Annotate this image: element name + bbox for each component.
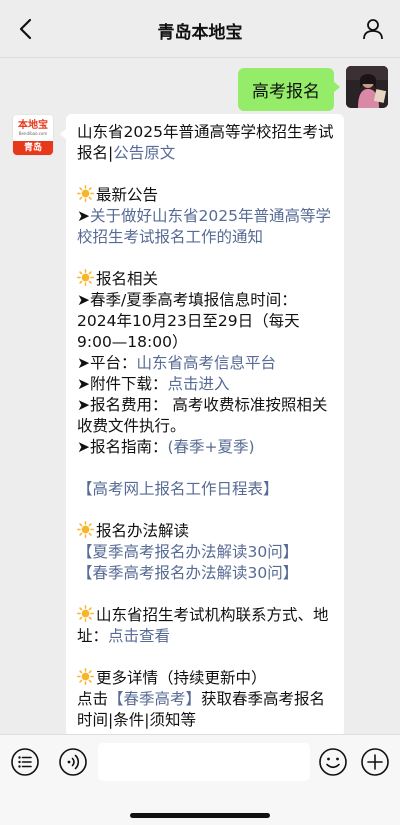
- user-message-row: 高考报名: [238, 66, 388, 111]
- menu-list-icon: [11, 748, 39, 776]
- voice-icon: [59, 748, 87, 776]
- emoji-icon: [319, 748, 347, 776]
- logo-brand-text: 本地宝: [18, 119, 48, 131]
- section-title: 更多详情（持续更新中）: [96, 669, 267, 687]
- message-input[interactable]: [98, 743, 310, 781]
- plus-icon: [361, 748, 389, 776]
- guide-label: ➤报名指南：: [77, 438, 168, 456]
- section-interpretation-title: 报名办法解读: [77, 521, 334, 542]
- bendibao-logo: 本地宝 Bendibao.com: [13, 115, 53, 141]
- guide-line: ➤报名指南：(春季+夏季): [77, 437, 334, 458]
- sun-icon: [77, 668, 94, 685]
- logo-url-text: Bendibao.com: [18, 130, 48, 136]
- platform-label: ➤平台：: [77, 354, 137, 372]
- input-bar: [0, 734, 400, 825]
- sun-icon: [77, 521, 94, 538]
- message-heading: 山东省2025年普通高等学校招生考试报名|公告原文: [77, 122, 334, 164]
- section-title: 报名相关: [96, 270, 159, 288]
- notice-link[interactable]: 关于做好山东省2025年普通高等学校招生考试报名工作的通知: [77, 207, 331, 246]
- section-title: 报名办法解读: [96, 522, 190, 540]
- section-latest-notice-title: 最新公告: [77, 185, 334, 206]
- attachment-link[interactable]: 点击进入: [168, 375, 230, 393]
- contact-link[interactable]: 点击查看: [108, 627, 170, 645]
- arrow-bullet: ➤: [77, 207, 90, 225]
- section-registration-title: 报名相关: [77, 269, 334, 290]
- spring-exam-link[interactable]: 【春季高考】: [108, 690, 201, 708]
- chat-area[interactable]: 高考报名 本地宝 Bendibao.com 青岛 山东省2025年普通高等学校招…: [0, 58, 400, 734]
- voice-button[interactable]: [58, 747, 88, 777]
- platform-line: ➤平台：山东省高考信息平台: [77, 353, 334, 374]
- platform-link[interactable]: 山东省高考信息平台: [137, 354, 277, 372]
- user-message-bubble[interactable]: 高考报名: [238, 68, 340, 111]
- logo-city-label: 青岛: [13, 141, 53, 155]
- bot-message-row: 本地宝 Bendibao.com 青岛 山东省2025年普通高等学校招生考试报名…: [12, 114, 344, 734]
- top-nav-bar: 青岛本地宝: [0, 0, 400, 58]
- summer-interpretation-link[interactable]: 【夏季高考报名办法解读30问】: [77, 542, 334, 563]
- bot-avatar[interactable]: 本地宝 Bendibao.com 青岛: [12, 114, 54, 156]
- guide-link[interactable]: (春季+夏季): [168, 438, 255, 456]
- section-contact: 山东省招生考试机构联系方式、地址：点击查看: [77, 605, 334, 647]
- attachment-line: ➤附件下载：点击进入: [77, 374, 334, 395]
- plus-button[interactable]: [360, 747, 390, 777]
- fee-line: ➤报名费用： 高考收费标准按照相关收费文件执行。: [77, 396, 328, 435]
- more-details-line: 点击【春季高考】获取春季高考报名时间|条件|须知等: [77, 689, 334, 731]
- home-indicator: [130, 813, 270, 818]
- menu-button[interactable]: [10, 747, 40, 777]
- section-more-details-title: 更多详情（持续更新中）: [77, 668, 334, 689]
- schedule-link[interactable]: 【高考网上报名工作日程表】: [77, 479, 334, 500]
- user-avatar-photo: [346, 66, 388, 108]
- emoji-button[interactable]: [318, 747, 348, 777]
- latest-notice-line: ➤关于做好山东省2025年普通高等学校招生考试报名工作的通知: [77, 206, 334, 248]
- announcement-original-link[interactable]: 公告原文: [113, 144, 175, 162]
- user-avatar[interactable]: [346, 66, 388, 108]
- sun-icon: [77, 269, 94, 286]
- attachment-label: ➤附件下载：: [77, 375, 168, 393]
- profile-button[interactable]: [358, 14, 388, 44]
- bot-message-bubble: 山东省2025年普通高等学校招生考试报名|公告原文 最新公告 ➤关于做好山东省2…: [60, 114, 344, 734]
- spring-interpretation-link[interactable]: 【春季高考报名办法解读30问】: [77, 563, 334, 584]
- registration-time-line: ➤春季/夏季高考填报信息时间：2024年10月23日至29日（每天9:00—18…: [77, 291, 300, 351]
- sun-icon: [77, 185, 94, 202]
- sun-icon: [77, 605, 94, 622]
- person-icon: [363, 19, 383, 40]
- section-title: 最新公告: [96, 186, 159, 204]
- chat-title: 青岛本地宝: [157, 23, 243, 43]
- more-details-pre: 点击: [77, 690, 109, 708]
